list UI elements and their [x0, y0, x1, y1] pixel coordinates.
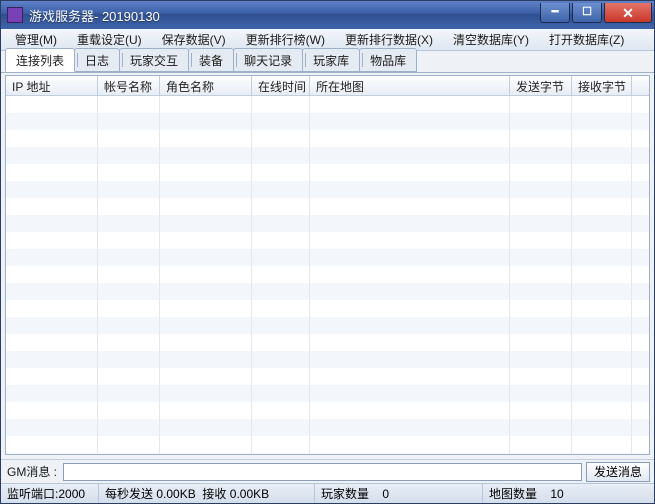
gm-message-input[interactable] — [63, 463, 582, 481]
menu-reload[interactable]: 重载设定(U) — [67, 29, 152, 50]
title-bar[interactable]: 游戏服务器- 20190130 ━ ☐ ✕ — [1, 1, 654, 29]
status-bar: 监听端口:2000 每秒发送 0.00KB 接收 0.00KB 玩家数量 0 地… — [1, 483, 654, 503]
send-message-button[interactable]: 发送消息 — [586, 462, 650, 482]
grid-column-header[interactable]: 在线时间 — [252, 76, 310, 95]
grid-column-header[interactable]: 帐号名称 — [98, 76, 160, 95]
content-area: IP 地址帐号名称角色名称在线时间所在地图发送字节接收字节 — [5, 75, 650, 455]
grid-column-header[interactable]: IP 地址 — [6, 76, 98, 95]
close-icon: ✕ — [622, 6, 634, 20]
tab-players-db[interactable]: 玩家库 — [302, 48, 360, 72]
tab-chatlog[interactable]: 聊天记录 — [233, 48, 303, 72]
tab-interact[interactable]: 玩家交互 — [119, 48, 189, 72]
tab-items-db[interactable]: 物品库 — [359, 48, 417, 72]
status-listen: 监听端口:2000 — [1, 484, 99, 503]
menu-save[interactable]: 保存数据(V) — [152, 29, 236, 50]
menu-clear-db[interactable]: 清空数据库(Y) — [443, 29, 539, 50]
tab-connections[interactable]: 连接列表 — [5, 48, 75, 72]
menu-manage[interactable]: 管理(M) — [5, 29, 67, 50]
status-maps: 地图数量 10 — [483, 484, 654, 503]
app-window: 游戏服务器- 20190130 ━ ☐ ✕ 管理(M) 重载设定(U) 保存数据… — [0, 0, 655, 504]
grid-column-header[interactable]: 接收字节 — [572, 76, 632, 95]
app-icon — [7, 7, 23, 23]
menu-rank[interactable]: 更新排行榜(W) — [236, 29, 335, 50]
window-controls: ━ ☐ ✕ — [538, 3, 654, 23]
maximize-button[interactable]: ☐ — [572, 3, 602, 23]
grid-column-header[interactable]: 角色名称 — [160, 76, 252, 95]
gm-label: GM消息 : — [5, 463, 59, 480]
grid-column-header[interactable]: 所在地图 — [310, 76, 510, 95]
tab-strip: 连接列表 日志 玩家交互 装备 聊天记录 玩家库 物品库 — [1, 51, 654, 73]
tab-equipment[interactable]: 装备 — [188, 48, 234, 72]
tab-log[interactable]: 日志 — [74, 48, 120, 72]
minimize-button[interactable]: ━ — [540, 3, 570, 23]
menu-rank-data[interactable]: 更新排行数据(X) — [335, 29, 443, 50]
menu-open-db[interactable]: 打开数据库(Z) — [539, 29, 634, 50]
window-title: 游戏服务器- 20190130 — [29, 6, 538, 25]
maximize-icon: ☐ — [582, 7, 592, 18]
close-button[interactable]: ✕ — [604, 3, 652, 23]
grid-header: IP 地址帐号名称角色名称在线时间所在地图发送字节接收字节 — [6, 76, 649, 96]
status-rate: 每秒发送 0.00KB 接收 0.00KB — [99, 484, 315, 503]
gm-message-row: GM消息 : 发送消息 — [1, 459, 654, 483]
grid-column-header[interactable]: 发送字节 — [510, 76, 572, 95]
status-players: 玩家数量 0 — [315, 484, 483, 503]
grid-body[interactable] — [6, 96, 649, 454]
minimize-icon: ━ — [552, 7, 559, 18]
